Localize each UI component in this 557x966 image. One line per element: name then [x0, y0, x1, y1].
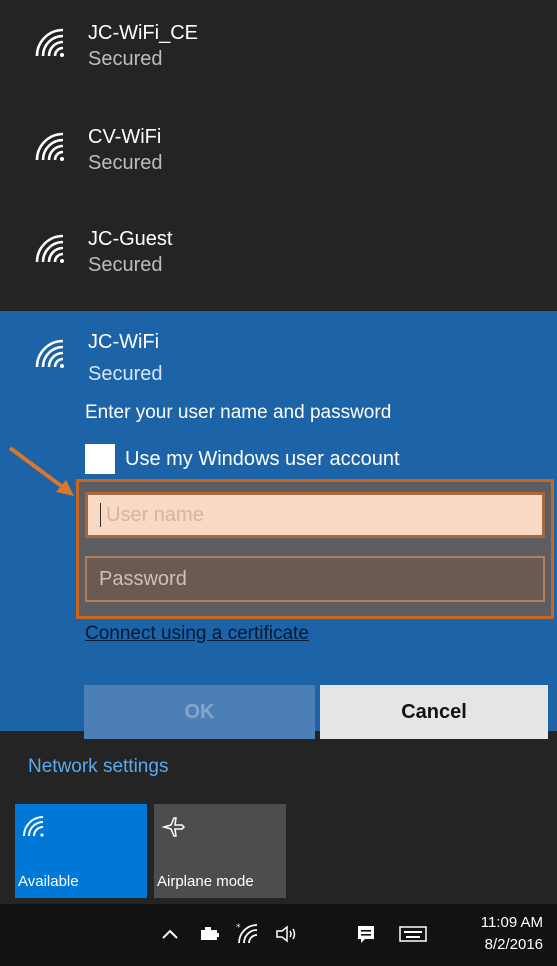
- network-item-jc-guest[interactable]: JC-Guest Secured: [0, 206, 557, 308]
- password-placeholder: Password: [99, 567, 187, 590]
- credentials-prompt: Enter your user name and password: [85, 402, 392, 423]
- wifi-icon[interactable]: *: [234, 920, 262, 948]
- network-item-jc-wifi-ce[interactable]: JC-WiFi_CE Secured: [0, 0, 557, 102]
- taskbar: * 11:09 AM 8/2/2016: [0, 904, 557, 966]
- wifi-tile-label: Available: [18, 873, 79, 890]
- svg-text:*: *: [236, 923, 241, 933]
- network-item-cv-wifi[interactable]: CV-WiFi Secured: [0, 104, 557, 206]
- windows-account-checkbox-row[interactable]: Use my Windows user account: [85, 444, 400, 474]
- network-item-jc-wifi-expanded: JC-WiFi Secured Enter your user name and…: [0, 311, 557, 739]
- pointer-arrow-icon: [8, 446, 74, 496]
- password-input[interactable]: Password: [85, 556, 545, 602]
- wifi-toggle-tile[interactable]: Available: [15, 804, 147, 898]
- network-ssid: CV-WiFi: [88, 126, 162, 148]
- volume-icon[interactable]: [272, 920, 300, 948]
- network-status: Secured: [88, 152, 163, 174]
- network-ssid: JC-WiFi_CE: [88, 22, 198, 44]
- windows-account-checkbox-label: Use my Windows user account: [125, 448, 400, 470]
- battery-icon[interactable]: [196, 920, 224, 948]
- airplane-icon: [161, 817, 186, 837]
- airplane-mode-tile[interactable]: Airplane mode: [154, 804, 286, 898]
- username-placeholder: User name: [106, 503, 204, 526]
- cancel-button[interactable]: Cancel: [320, 685, 548, 739]
- network-settings-link[interactable]: Network settings: [28, 755, 168, 779]
- clock-date: 8/2/2016: [484, 936, 543, 953]
- keyboard-icon[interactable]: [399, 920, 427, 948]
- connect-certificate-link[interactable]: Connect using a certificate: [85, 621, 309, 647]
- airplane-tile-label: Airplane mode: [157, 873, 254, 890]
- text-caret: [100, 503, 101, 527]
- windows-account-checkbox[interactable]: [85, 444, 115, 474]
- chevron-up-icon[interactable]: [156, 920, 184, 948]
- network-ssid: JC-Guest: [88, 228, 173, 250]
- wifi-icon: [23, 816, 44, 837]
- wifi-icon: [35, 132, 64, 161]
- network-ssid: JC-WiFi: [88, 331, 160, 353]
- notifications-icon[interactable]: [352, 920, 380, 948]
- network-status: Secured: [88, 363, 163, 385]
- wifi-icon: [35, 234, 64, 263]
- wifi-icon: [35, 28, 64, 57]
- clock-time: 11:09 AM: [480, 914, 543, 931]
- clock[interactable]: 11:09 AM 8/2/2016: [481, 912, 543, 956]
- network-status: Secured: [88, 48, 163, 70]
- network-status: Secured: [88, 254, 163, 276]
- ok-button[interactable]: OK: [84, 685, 315, 739]
- network-flyout: JC-WiFi_CE Secured CV-WiFi Secured JC-Gu…: [0, 0, 557, 904]
- wifi-icon: [35, 339, 64, 368]
- username-input[interactable]: User name: [85, 492, 545, 538]
